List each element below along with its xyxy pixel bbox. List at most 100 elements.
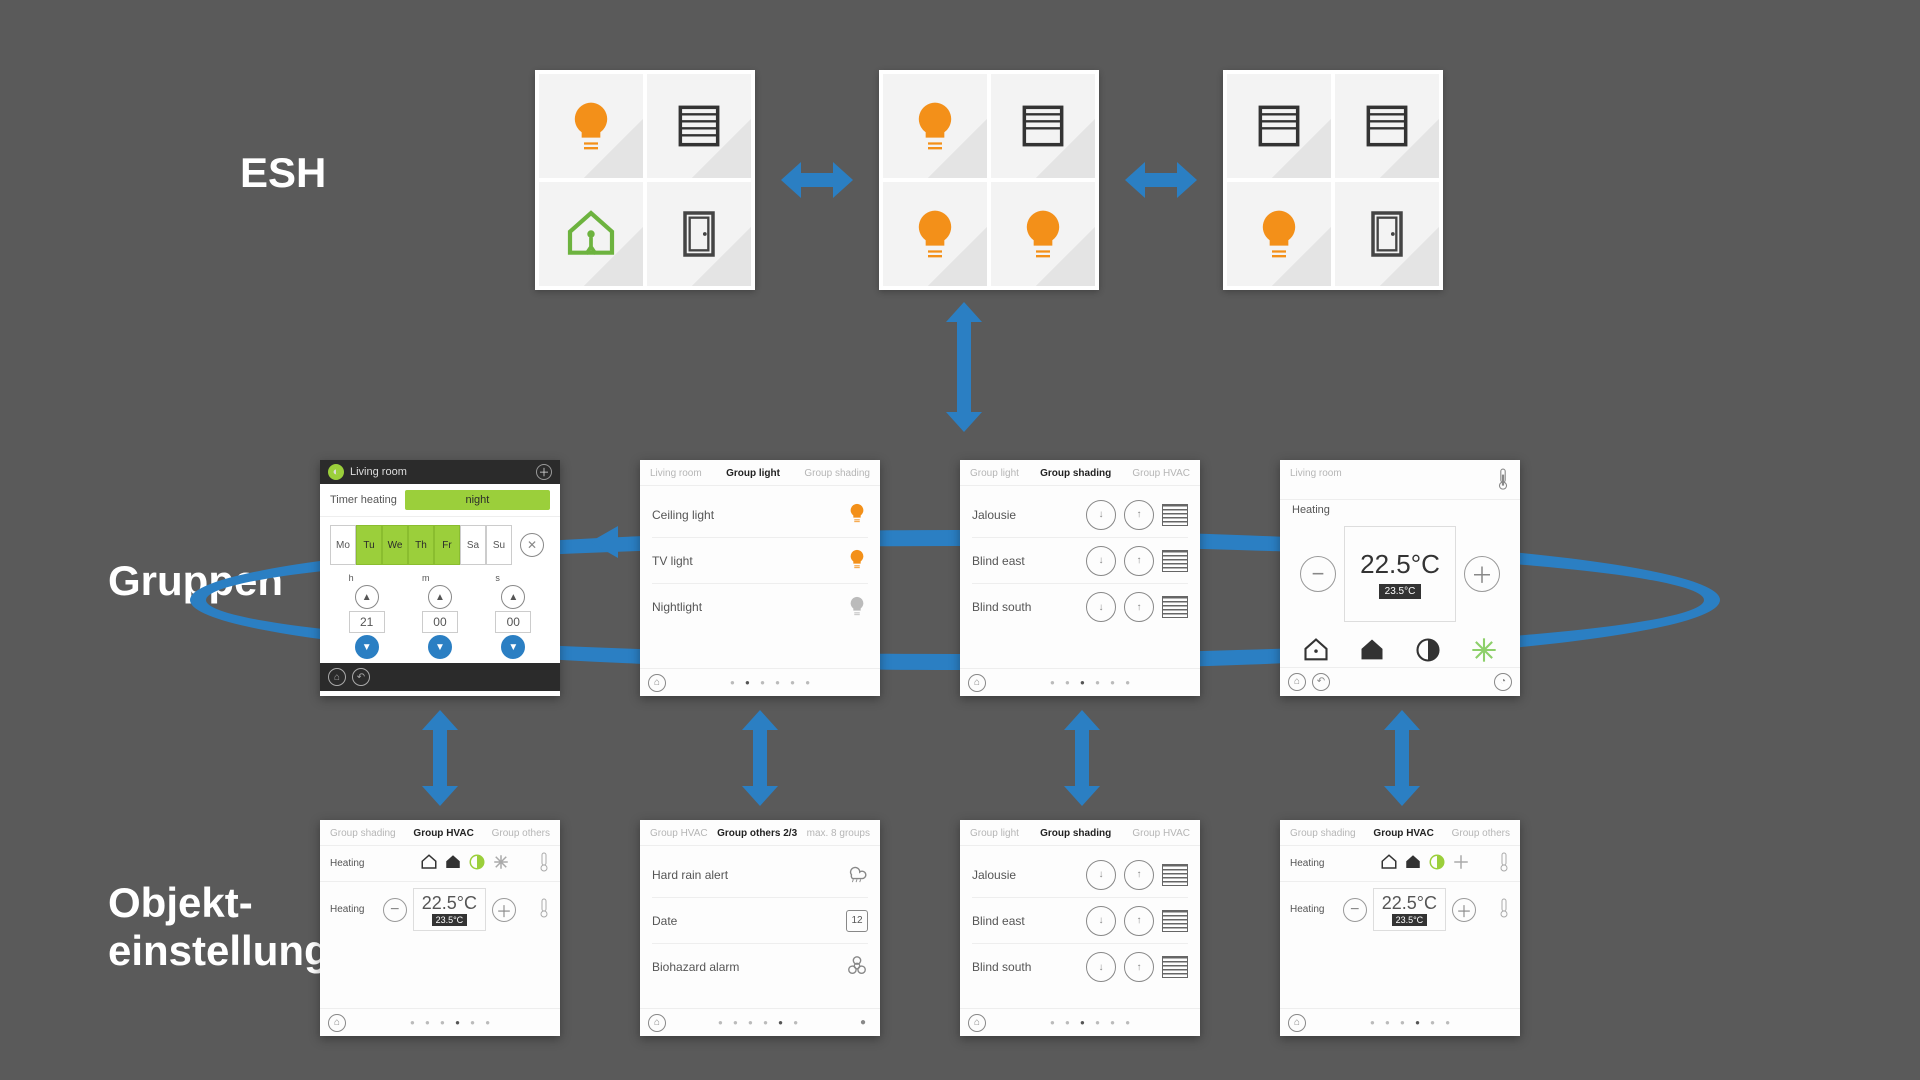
home-icon[interactable]: ⌂ <box>328 1014 346 1032</box>
crumb[interactable]: Group light <box>970 468 1019 479</box>
tile-blind[interactable] <box>1227 74 1331 178</box>
mode-night-icon[interactable] <box>1414 636 1442 667</box>
h-up-button[interactable]: ▲ <box>355 585 379 609</box>
tile-bulb[interactable] <box>991 182 1095 286</box>
down-button[interactable]: ↓ <box>1086 546 1116 576</box>
tile-bulb[interactable] <box>1227 182 1331 286</box>
minus-button[interactable]: − <box>1343 898 1367 922</box>
m-value: 00 <box>422 611 458 633</box>
mode-presence-icon[interactable] <box>420 853 438 874</box>
crumb[interactable]: Group others <box>492 828 550 839</box>
arrow-v-icon <box>740 710 780 806</box>
mode-frost-icon[interactable] <box>492 853 510 874</box>
up-button[interactable]: ↑ <box>1124 546 1154 576</box>
crumb[interactable]: Group HVAC <box>1132 468 1190 479</box>
up-button[interactable]: ↑ <box>1124 906 1154 936</box>
crumb-active: Group HVAC <box>1373 828 1433 839</box>
clear-button[interactable]: ✕ <box>520 533 544 557</box>
tile-door[interactable] <box>1335 182 1439 286</box>
tile-bulb[interactable] <box>883 182 987 286</box>
tile-blind[interactable] <box>991 74 1095 178</box>
s-down-button[interactable]: ▼ <box>501 635 525 659</box>
up-button[interactable]: ↑ <box>1124 952 1154 982</box>
crumb[interactable]: Group HVAC <box>1132 828 1190 839</box>
crumb[interactable]: Group HVAC <box>650 828 708 839</box>
crumb[interactable]: Living room <box>1290 468 1342 493</box>
crumb[interactable]: Group light <box>970 828 1019 839</box>
label: Heating <box>1290 904 1324 915</box>
add-button[interactable]: ＋ <box>536 464 552 480</box>
up-button[interactable]: ↑ <box>1124 500 1154 530</box>
tile-bulb[interactable] <box>539 74 643 178</box>
down-button[interactable]: ↓ <box>1086 500 1116 530</box>
day-tu[interactable]: Tu <box>356 525 382 565</box>
crumb[interactable]: Group shading <box>804 468 870 479</box>
down-button[interactable]: ↓ <box>1086 592 1116 622</box>
blind-name: Blind south <box>972 960 1031 974</box>
bulb-on-icon[interactable] <box>846 548 868 573</box>
mode-presence-icon[interactable] <box>1302 636 1330 667</box>
blind-icon <box>1162 550 1188 572</box>
up-button[interactable]: ↑ <box>1124 860 1154 890</box>
minus-button[interactable]: − <box>383 898 407 922</box>
mode-night-icon[interactable] <box>1428 853 1446 874</box>
mode-night-icon[interactable] <box>468 853 486 874</box>
mode-away-icon[interactable] <box>1404 853 1422 874</box>
mode-away-icon[interactable] <box>444 853 462 874</box>
timer-mode-pill[interactable]: night <box>405 490 550 510</box>
day-mo[interactable]: Mo <box>330 525 356 565</box>
tile-blind[interactable] <box>647 74 751 178</box>
minus-button[interactable]: − <box>1300 556 1336 592</box>
day-fr[interactable]: Fr <box>434 525 460 565</box>
crumb[interactable]: Living room <box>650 468 702 479</box>
home-icon[interactable]: ⌂ <box>1288 673 1306 691</box>
crumb[interactable]: Group shading <box>330 828 396 839</box>
bulb-icon <box>907 206 963 262</box>
crumb[interactable]: Group shading <box>1290 828 1356 839</box>
clock-icon[interactable]: ◔ <box>1494 673 1512 691</box>
home-icon[interactable]: ⌂ <box>648 674 666 692</box>
crumb[interactable]: Group others <box>1452 828 1510 839</box>
s-up-button[interactable]: ▲ <box>501 585 525 609</box>
biohazard-icon <box>846 955 868 980</box>
more-icon[interactable]: ● <box>854 1014 872 1032</box>
mode-frost-icon[interactable] <box>1452 853 1470 874</box>
bulb-on-icon[interactable] <box>846 502 868 527</box>
home-icon[interactable]: ⌂ <box>648 1014 666 1032</box>
down-button[interactable]: ↓ <box>1086 952 1116 982</box>
home-icon[interactable]: ⌂ <box>968 674 986 692</box>
home-icon[interactable]: ⌂ <box>968 1014 986 1032</box>
day-sa[interactable]: Sa <box>460 525 486 565</box>
mode-frost-icon[interactable] <box>1470 636 1498 667</box>
tile-bulb[interactable] <box>883 74 987 178</box>
bulb-off-icon[interactable] <box>846 595 868 620</box>
plus-button[interactable]: ＋ <box>492 898 516 922</box>
up-button[interactable]: ↑ <box>1124 592 1154 622</box>
mode-presence-icon[interactable] <box>1380 853 1398 874</box>
blind-name: Jalousie <box>972 508 1016 522</box>
light-name: Ceiling light <box>652 508 714 522</box>
back-icon[interactable]: ↶ <box>1312 673 1330 691</box>
day-th[interactable]: Th <box>408 525 434 565</box>
day-su[interactable]: Su <box>486 525 512 565</box>
plus-button[interactable]: ＋ <box>1452 898 1476 922</box>
day-we[interactable]: We <box>382 525 408 565</box>
down-button[interactable]: ↓ <box>1086 906 1116 936</box>
tile-house[interactable] <box>539 182 643 286</box>
panel-timer: ◐ Living room ＋ Timer heating night Mo T… <box>320 460 560 696</box>
h-down-button[interactable]: ▼ <box>355 635 379 659</box>
m-down-button[interactable]: ▼ <box>428 635 452 659</box>
ellipse-arrow-left-icon <box>590 526 618 558</box>
mode-away-icon[interactable] <box>1358 636 1386 667</box>
tile-door[interactable] <box>647 182 751 286</box>
current-temp: 23.5°C <box>432 914 468 926</box>
down-button[interactable]: ↓ <box>1086 860 1116 890</box>
crumb-active: Group others 2/3 <box>717 828 797 839</box>
home-icon[interactable]: ⌂ <box>328 668 346 686</box>
plus-button[interactable]: ＋ <box>1464 556 1500 592</box>
tile-blind[interactable] <box>1335 74 1439 178</box>
m-up-button[interactable]: ▲ <box>428 585 452 609</box>
crumb-active: Group shading <box>1040 828 1111 839</box>
home-icon[interactable]: ⌂ <box>1288 1014 1306 1032</box>
back-icon[interactable]: ↶ <box>352 668 370 686</box>
